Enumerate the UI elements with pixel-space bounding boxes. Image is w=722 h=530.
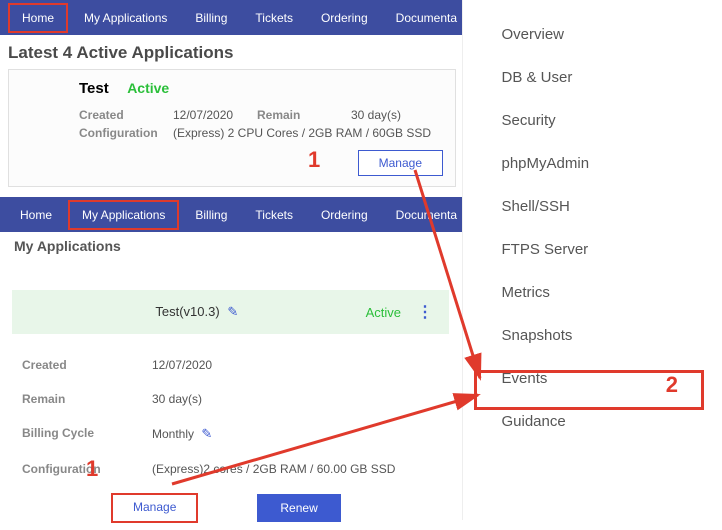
nav2-myapps[interactable]: My Applications [68,200,179,230]
config-v: (Express)2 cores / 2GB RAM / 60.00 GB SS… [152,462,395,476]
nav2-billing[interactable]: Billing [183,202,239,228]
side-guidance[interactable]: Guidance [488,401,698,442]
kebab-menu-icon[interactable]: ⋮ [417,302,433,322]
myapps-heading: My Applications [0,232,462,260]
nav-docs[interactable]: Documenta [384,5,469,31]
created-v: 12/07/2020 [152,358,212,372]
nav-tickets[interactable]: Tickets [243,5,305,31]
app-status: Active [127,80,169,96]
nav2-ordering[interactable]: Ordering [309,202,380,228]
remain-v: 30 day(s) [152,392,202,406]
nav2-home[interactable]: Home [8,202,64,228]
side-snapshots[interactable]: Snapshots [488,315,698,356]
side-ftps[interactable]: FTPS Server [488,229,698,270]
remain-val: 30 day(s) [351,108,421,122]
manage-button-lower[interactable]: Manage [112,494,197,522]
side-shellssh[interactable]: Shell/SSH [488,186,698,227]
nav-billing[interactable]: Billing [183,5,239,31]
config-l: Configuration [22,462,152,476]
remain-label: Remain [257,108,337,122]
edit-title-icon[interactable]: ✎ [227,304,238,319]
nav-home[interactable]: Home [8,3,68,33]
side-metrics[interactable]: Metrics [488,272,698,313]
app-name: Test [79,80,109,97]
created-label: Created [79,108,159,122]
created-val: 12/07/2020 [173,108,243,122]
billing-v: Monthly [152,427,194,441]
side-events[interactable]: Events [488,358,698,399]
myapp-detail: Created 12/07/2020 Remain 30 day(s) Bill… [12,340,449,530]
created-l: Created [22,358,152,372]
nav2-docs[interactable]: Documenta [384,202,469,228]
side-security[interactable]: Security [488,100,698,141]
billing-l: Billing Cycle [22,426,152,442]
renew-button[interactable]: Renew [257,494,340,522]
side-menu: Overview DB & User Security phpMyAdmin S… [462,0,722,520]
edit-billing-icon[interactable]: ✎ [201,426,212,441]
myapp-status: Active [366,305,401,320]
app-card: Test Active Created 12/07/2020 Remain 30… [8,69,456,187]
side-overview[interactable]: Overview [488,14,698,55]
nav-top: Home My Applications Billing Tickets Ord… [0,0,462,35]
config-label: Configuration [79,126,159,140]
config-val: (Express) 2 CPU Cores / 2GB RAM / 60GB S… [173,126,431,140]
remain-l: Remain [22,392,152,406]
latest-apps-title: Latest 4 Active Applications [0,35,462,69]
nav-myapps[interactable]: My Applications [72,5,179,31]
nav2-tickets[interactable]: Tickets [243,202,305,228]
side-phpmyadmin[interactable]: phpMyAdmin [488,143,698,184]
nav-second: Home My Applications Billing Tickets Ord… [0,197,462,232]
myapp-header: Test(v10.3) ✎ Active ⋮ [12,290,449,334]
side-dbuser[interactable]: DB & User [488,57,698,98]
nav-ordering[interactable]: Ordering [309,5,380,31]
manage-button-top[interactable]: Manage [358,150,443,176]
myapp-title: Test(v10.3) [155,304,219,319]
